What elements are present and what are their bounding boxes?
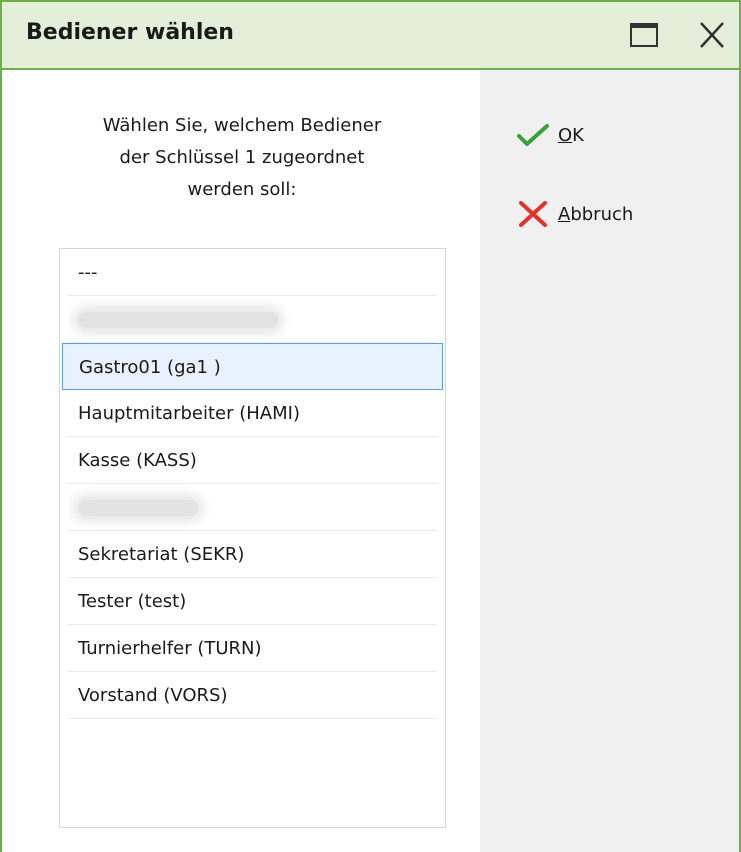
maximize-button[interactable] (628, 20, 660, 50)
operator-listbox[interactable]: --- Gastro01 (ga1 ) Hauptmitarbeiter (HA… (59, 248, 446, 828)
list-item-selected[interactable]: Gastro01 (ga1 ) (62, 343, 443, 390)
dialog-title: Bediener wählen (26, 20, 234, 45)
list-item-label: Hauptmitarbeiter (HAMI) (78, 403, 300, 424)
list-item-label: --- (78, 262, 98, 283)
ok-mnemonic: O (558, 124, 573, 146)
list-item[interactable]: Tester (test) (68, 578, 437, 625)
list-item-label: Turnierhelfer (TURN) (78, 638, 262, 659)
check-icon (517, 124, 549, 146)
prompt-line: Wählen Sie, welchem Bediener (102, 115, 382, 136)
cross-icon (519, 201, 547, 227)
list-item-label: Gastro01 (ga1 ) (79, 357, 221, 378)
close-button[interactable] (696, 20, 728, 50)
list-item[interactable]: Turnierhelfer (TURN) (68, 625, 437, 672)
list-item[interactable]: Sekretariat (SEKR) (68, 531, 437, 578)
cancel-button[interactable]: Abbruch (516, 197, 633, 231)
list-item-label: Kasse (KASS) (78, 450, 197, 471)
list-item-redacted[interactable] (68, 484, 437, 531)
list-item-label: Sekretariat (SEKR) (78, 544, 245, 565)
redacted-text (78, 500, 198, 516)
list-item-label: Tester (test) (78, 591, 187, 612)
maximize-icon (630, 23, 658, 47)
cancel-mnemonic: A (558, 203, 571, 225)
prompt-line: werden soll: (187, 179, 297, 200)
list-item[interactable]: Vorstand (VORS) (68, 672, 437, 719)
ok-label: OK (558, 125, 584, 146)
ok-button[interactable]: OK (516, 118, 584, 152)
close-icon (700, 22, 724, 48)
list-item[interactable]: Kasse (KASS) (68, 437, 437, 484)
redacted-text (78, 312, 278, 328)
dialog-window: Bediener wählen Wählen Sie, welchem Bedi… (0, 0, 741, 852)
cancel-label-rest: bbruch (570, 203, 634, 225)
actions-pane: OK Abbruch (480, 70, 739, 852)
list-item[interactable]: Hauptmitarbeiter (HAMI) (68, 390, 437, 437)
list-item-label: Vorstand (VORS) (78, 685, 228, 706)
ok-label-rest: K (572, 124, 584, 146)
prompt-text: Wählen Sie, welchem Bediener der Schlüss… (42, 110, 442, 206)
prompt-line: der Schlüssel 1 zugeordnet (119, 147, 365, 168)
title-bar: Bediener wählen (2, 2, 739, 70)
list-item-redacted[interactable] (68, 296, 437, 343)
selection-pane: Wählen Sie, welchem Bediener der Schlüss… (2, 70, 480, 852)
list-item[interactable]: --- (68, 249, 437, 296)
cancel-label: Abbruch (558, 204, 633, 225)
